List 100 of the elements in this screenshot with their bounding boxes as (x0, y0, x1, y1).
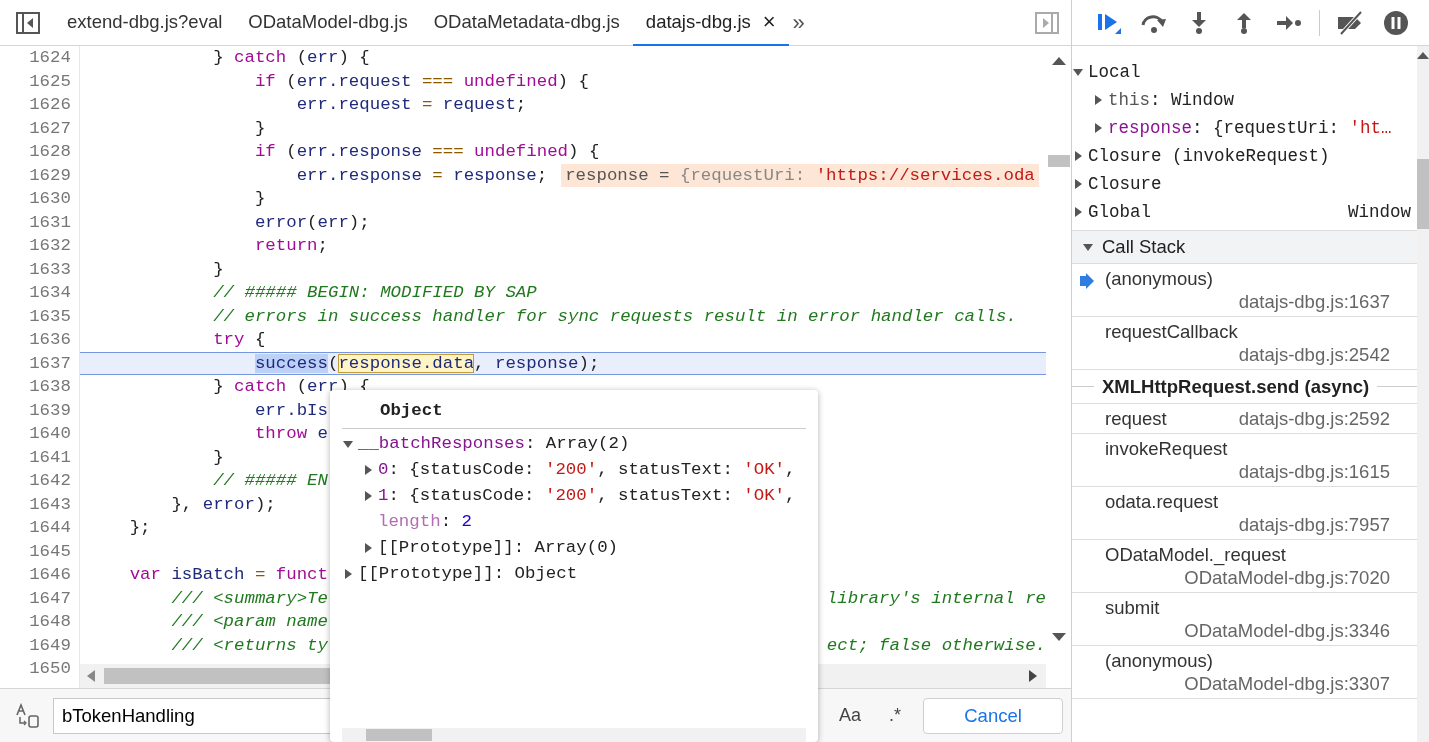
line-number: 1649 (28, 634, 71, 657)
code-line: } (213, 446, 224, 469)
expand-arrow-icon[interactable] (362, 490, 374, 503)
property-text: 1: {statusCode: '200', statusText: 'OK', (378, 485, 796, 508)
code-line: return; (254, 235, 328, 257)
property-text: 0: {statusCode: '200', statusText: 'OK', (378, 459, 796, 482)
line-number: 1632 (28, 235, 71, 257)
code-line: err.response = response; (296, 164, 548, 187)
line-number: 1630 (28, 188, 71, 210)
line-number: 1635 (28, 305, 71, 328)
line-number: 1640 (28, 423, 71, 445)
line-number: 1631 (28, 211, 71, 234)
code-line: } (213, 258, 224, 281)
expand-arrow-icon[interactable] (342, 568, 354, 581)
code-line: /// <returns ty (171, 634, 328, 657)
property-text: [[Prototype]]: Array(0) (378, 537, 619, 560)
more-tabs[interactable]: » (792, 6, 805, 39)
code-line: // ##### BEGIN: MODIFIED BY SAP (213, 282, 537, 304)
expand-arrow-icon[interactable] (1072, 206, 1084, 218)
file-tab[interactable]: extend-dbg.js?eval (54, 0, 236, 46)
line-number: 1625 (28, 70, 71, 93)
line-number: 1641 (28, 446, 71, 469)
scope-item: Local (1088, 60, 1141, 84)
code-line: err.request = request; (296, 94, 527, 116)
code-line: } (254, 188, 266, 210)
line-number: 1638 (28, 376, 71, 398)
code-line: // errors in success handler for sync requests result in error handler calls. (213, 305, 1017, 328)
code-line: ect; false otherwise. (826, 634, 1047, 657)
file-tab[interactable]: datajs-dbg.js × (632, 0, 789, 46)
code-line: if (err.request === undefined) { (254, 70, 589, 93)
scrollbar-thumb[interactable] (1417, 159, 1429, 229)
file-tab[interactable]: ODataMetadata-dbg.js (420, 0, 633, 46)
code-line: try { (213, 329, 266, 351)
code-line: /// <summary>Te (171, 587, 328, 610)
scroll-right-icon[interactable] (1028, 670, 1039, 682)
scope-item: Closure (invokeRequest) (1088, 144, 1330, 168)
code-line: } catch (err) { (213, 47, 370, 69)
code-line: error(err); (254, 211, 370, 234)
line-number: 1626 (28, 94, 71, 116)
inline-value: response = {requestUri: 'https://services.oda (561, 163, 1039, 187)
async-label: XMLHttpRequest.send (async) (1102, 374, 1370, 399)
line-number: 1650 (28, 658, 71, 680)
code-line: var isBatch = funct (129, 564, 328, 586)
collapse-arrow-icon[interactable] (1072, 66, 1084, 78)
code-line: /// <param name (171, 611, 328, 633)
line-number: 1633 (28, 258, 71, 281)
code-line: library's internal re (826, 587, 1047, 610)
expand-arrow-icon[interactable] (1072, 178, 1084, 190)
line-number: 1645 (28, 540, 71, 563)
line-number: 1639 (28, 399, 71, 422)
scroll-up-icon[interactable] (1417, 51, 1429, 59)
line-number: 1642 (28, 470, 71, 492)
cancel-button[interactable]: Cancel (923, 697, 1064, 734)
code-line: // ##### EN (213, 470, 328, 492)
section-header[interactable]: Call Stack (1072, 230, 1417, 264)
scrollbar-thumb[interactable] (366, 729, 432, 741)
scrollbar-thumb[interactable] (1047, 155, 1070, 167)
line-number: 1643 (28, 493, 71, 516)
call-frame[interactable]: (anonymous) datajs-dbg.js:1637 (1072, 264, 1417, 317)
expand-arrow-icon[interactable] (1092, 122, 1104, 134)
line-number: 1634 (28, 282, 71, 304)
line-number: 1628 (28, 141, 71, 163)
call-frame[interactable]: request datajs-dbg.js:2592 (1072, 404, 1417, 434)
code-line: throw e (254, 423, 328, 445)
close-icon[interactable]: × (762, 5, 776, 38)
search-field[interactable]: bTokenHandling (53, 697, 333, 734)
search-option-toggle[interactable]: .* (883, 700, 908, 731)
line-number: 1644 (28, 517, 71, 539)
line-number: 1637 (28, 352, 71, 375)
expand-arrow-icon[interactable] (1092, 94, 1104, 106)
scope-item: Closure (1088, 172, 1162, 196)
line-number: 1646 (28, 564, 71, 586)
scroll-down-icon[interactable] (1051, 633, 1066, 642)
file-tab[interactable]: ODataModel-dbg.js (235, 0, 421, 46)
scroll-up-icon[interactable] (1051, 56, 1066, 65)
line-number: 1636 (28, 329, 71, 351)
code-line: err.bIs (254, 399, 328, 422)
scroll-left-icon[interactable] (85, 670, 96, 682)
collapse-arrow-icon[interactable] (1082, 241, 1094, 253)
popover-title: Object (342, 390, 806, 430)
line-number: 1648 (28, 611, 71, 633)
sidebar-toggle-icon[interactable] (16, 11, 40, 34)
scope-value: Window (1348, 200, 1412, 224)
replace-toggle-icon[interactable] (15, 702, 41, 729)
code-line: }; (129, 517, 151, 539)
scope-item: this: Window (1108, 88, 1235, 112)
code-line: if (err.response === undefined) { (254, 141, 600, 163)
sidebar-toggle-icon[interactable] (1035, 11, 1059, 34)
search-option-toggle[interactable]: Aa (833, 700, 868, 731)
line-number: 1629 (28, 164, 71, 187)
property-text: length: 2 (378, 511, 472, 534)
code-line: }, error); (171, 493, 276, 516)
scope-item: Global (1088, 200, 1151, 224)
scope-item: response: {requestUri: 'ht… (1108, 116, 1392, 140)
line-number: 1624 (28, 47, 71, 69)
line-number: 1627 (28, 117, 71, 140)
expand-arrow-icon[interactable] (362, 464, 374, 477)
expand-arrow-icon[interactable] (362, 542, 374, 555)
expand-arrow-icon[interactable] (1072, 150, 1084, 162)
property-text: __batchResponses: Array(2) (358, 433, 630, 456)
